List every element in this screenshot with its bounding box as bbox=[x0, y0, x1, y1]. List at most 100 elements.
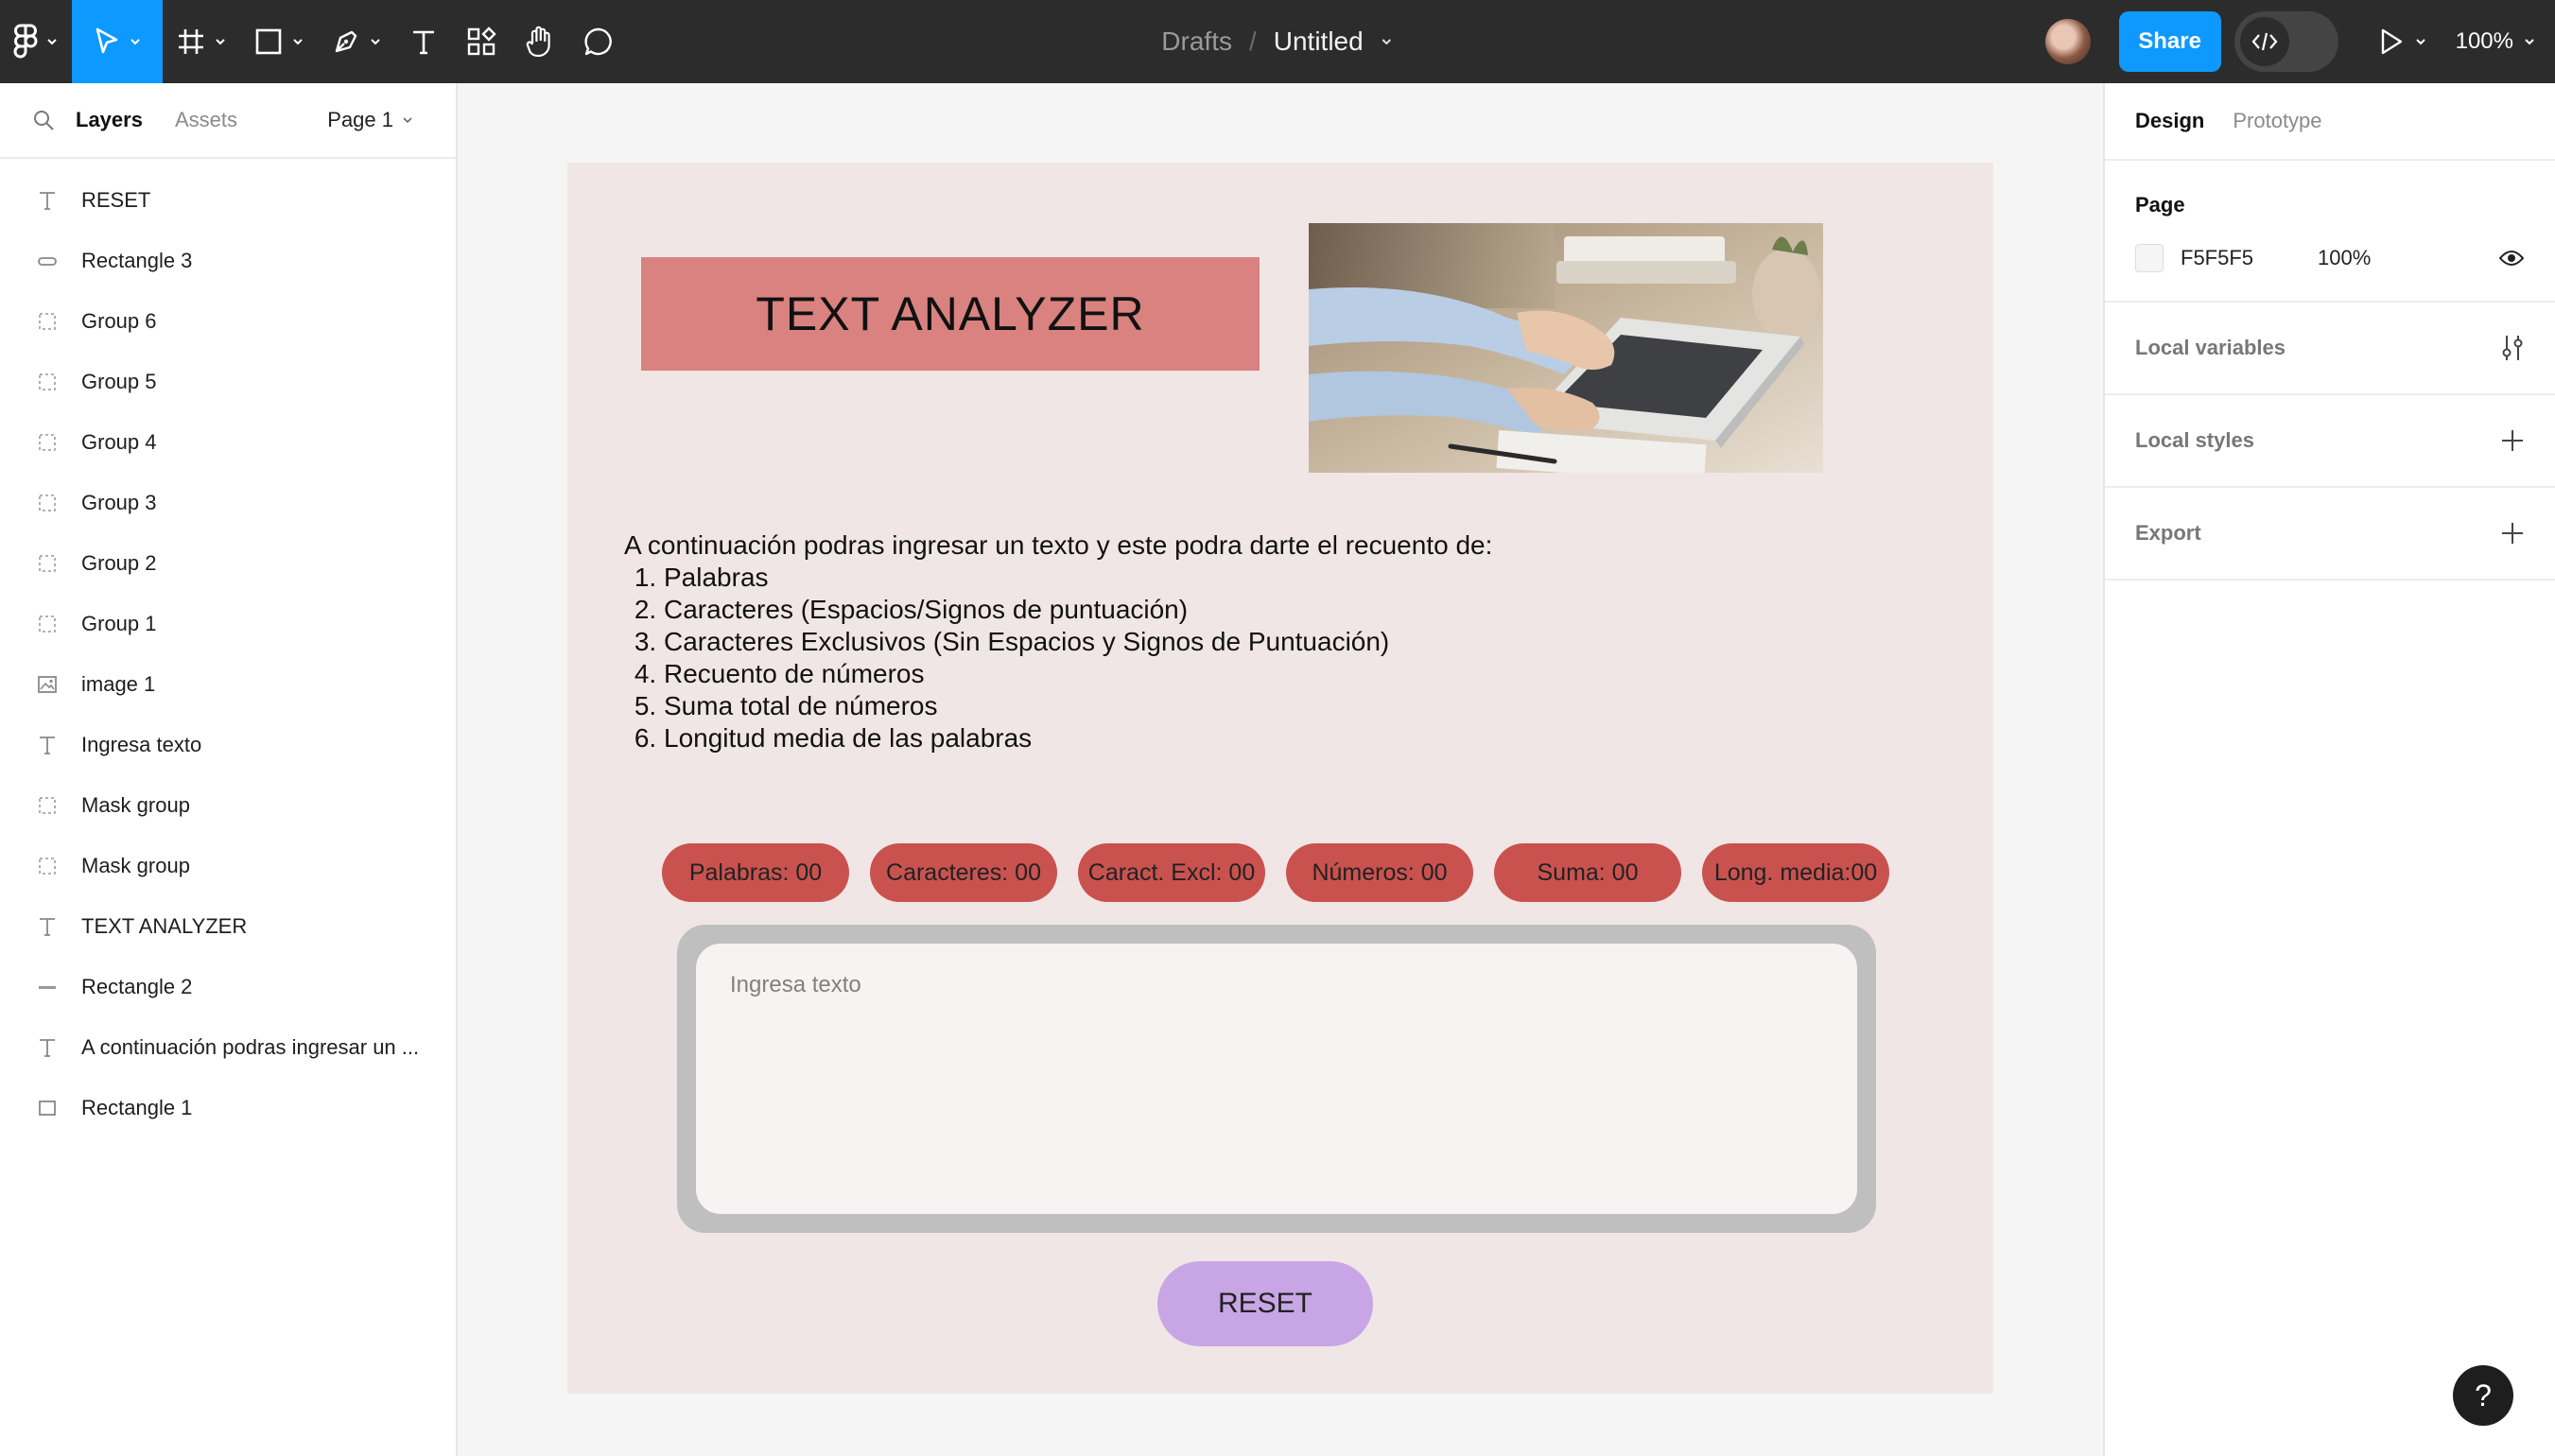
text-icon bbox=[34, 187, 61, 214]
page-color-swatch[interactable] bbox=[2135, 244, 2164, 272]
group-icon bbox=[34, 429, 61, 456]
frame-tool-button[interactable] bbox=[163, 0, 240, 83]
file-title: Drafts / Untitled bbox=[1161, 0, 1393, 83]
stat-pill: Caracteres: 00 bbox=[870, 843, 1057, 902]
design-panel-tabs: Design Prototype bbox=[2105, 83, 2555, 161]
present-button[interactable] bbox=[2378, 27, 2427, 56]
stat-pill: Long. media:00 bbox=[1702, 843, 1889, 902]
text-tool-button[interactable] bbox=[395, 0, 452, 83]
avatar[interactable] bbox=[2044, 19, 2091, 64]
page-color-hex[interactable]: F5F5F5 bbox=[2181, 246, 2253, 270]
zoom-menu[interactable]: 100% bbox=[2456, 28, 2536, 55]
layer-label: Rectangle 3 bbox=[81, 249, 193, 272]
tab-layers[interactable]: Layers bbox=[76, 108, 143, 132]
layer-label: Rectangle 1 bbox=[81, 1096, 193, 1119]
design-panel: Design Prototype Page F5F5F5 100% Local … bbox=[2103, 83, 2555, 1456]
laptop-photo[interactable] bbox=[1309, 223, 1823, 473]
plus-icon bbox=[2502, 523, 2523, 544]
layer-label: A continuación podras ingresar un ... bbox=[81, 1035, 420, 1059]
text-input-container bbox=[677, 925, 1876, 1233]
page-section: Page F5F5F5 100% bbox=[2105, 161, 2555, 303]
local-variables-label: Local variables bbox=[2135, 336, 2286, 359]
feature-list: PalabrasCaracteres (Espacios/Signos de p… bbox=[664, 562, 1492, 754]
chevron-down-icon bbox=[216, 39, 225, 45]
layer-label: Group 3 bbox=[81, 491, 157, 514]
text-icon bbox=[34, 732, 61, 758]
eye-icon[interactable] bbox=[2498, 249, 2525, 268]
tab-prototype[interactable]: Prototype bbox=[2233, 109, 2321, 133]
tab-design[interactable]: Design bbox=[2135, 109, 2204, 133]
page-color-opacity[interactable]: 100% bbox=[2318, 246, 2371, 270]
layers-list: RESET Rectangle 3 Group 6 Group 5 Group 4 Gro… bbox=[0, 159, 456, 1138]
comment-tool-button[interactable] bbox=[569, 0, 628, 83]
group-icon bbox=[34, 792, 61, 819]
layer-label: Group 2 bbox=[81, 551, 157, 575]
layer-item[interactable]: Ingresa texto bbox=[0, 715, 456, 775]
layer-item[interactable]: RESET bbox=[0, 170, 456, 231]
local-variables-button[interactable] bbox=[2500, 334, 2525, 362]
image-icon bbox=[34, 671, 61, 698]
canvas[interactable]: TEXT ANALYZER A continuación podras ingr… bbox=[460, 83, 2101, 1456]
layer-item[interactable]: TEXT ANALYZER bbox=[0, 896, 456, 957]
layer-item[interactable]: Mask group bbox=[0, 836, 456, 896]
move-tool-button[interactable] bbox=[72, 0, 163, 83]
resources-tool-button[interactable] bbox=[452, 0, 511, 83]
layer-item[interactable]: Group 6 bbox=[0, 291, 456, 352]
drafts-breadcrumb[interactable]: Drafts bbox=[1161, 26, 1232, 57]
layer-item[interactable]: Group 5 bbox=[0, 352, 456, 412]
add-export-button[interactable] bbox=[2500, 521, 2525, 546]
reset-button[interactable]: RESET bbox=[1157, 1261, 1373, 1346]
title-box[interactable]: TEXT ANALYZER bbox=[641, 257, 1260, 371]
group-icon bbox=[34, 490, 61, 516]
layer-label: TEXT ANALYZER bbox=[81, 914, 248, 938]
description-intro: A continuación podras ingresar un texto … bbox=[624, 530, 1493, 560]
feature-list-item: Palabras bbox=[664, 562, 1492, 594]
text-input[interactable] bbox=[696, 944, 1857, 1214]
help-button[interactable]: ? bbox=[2453, 1365, 2513, 1426]
frame-icon bbox=[179, 29, 203, 54]
layer-item[interactable]: A continuación podras ingresar un ... bbox=[0, 1017, 456, 1078]
layer-item[interactable]: image 1 bbox=[0, 654, 456, 715]
layer-item[interactable]: Rectangle 1 bbox=[0, 1078, 456, 1138]
add-style-button[interactable] bbox=[2500, 428, 2525, 453]
line-rect-icon bbox=[34, 974, 61, 1000]
comment-icon bbox=[584, 27, 612, 56]
layer-item[interactable]: Rectangle 2 bbox=[0, 957, 456, 1017]
share-button[interactable]: Share bbox=[2118, 11, 2221, 72]
layer-item[interactable]: Group 2 bbox=[0, 533, 456, 594]
group-icon bbox=[34, 853, 61, 879]
dev-mode-knob bbox=[2239, 17, 2289, 66]
pen-tool-button[interactable] bbox=[318, 0, 395, 83]
stat-pill: Caract. Excl: 00 bbox=[1078, 843, 1265, 902]
tab-assets[interactable]: Assets bbox=[175, 108, 237, 132]
plus-icon bbox=[2502, 430, 2523, 451]
app-title: TEXT ANALYZER bbox=[756, 287, 1145, 340]
toolbar-right: Share 100% bbox=[2044, 0, 2555, 83]
toolbar: Drafts / Untitled Share 100% bbox=[0, 0, 2555, 83]
layer-item[interactable]: Group 1 bbox=[0, 594, 456, 654]
shape-tool-button[interactable] bbox=[240, 0, 318, 83]
page-selector[interactable]: Page 1 bbox=[327, 108, 414, 132]
design-frame[interactable]: TEXT ANALYZER A continuación podras ingr… bbox=[567, 163, 1993, 1394]
layer-item[interactable]: Mask group bbox=[0, 775, 456, 836]
chevron-down-icon[interactable] bbox=[1381, 35, 1394, 48]
file-name[interactable]: Untitled bbox=[1274, 26, 1364, 57]
group-icon bbox=[34, 550, 61, 577]
chevron-down-icon bbox=[2415, 39, 2425, 45]
hand-tool-button[interactable] bbox=[511, 0, 569, 83]
feature-list-item: Caracteres Exclusivos (Sin Espacios y Si… bbox=[664, 626, 1492, 658]
layer-item[interactable]: Group 3 bbox=[0, 473, 456, 533]
layer-label: Group 1 bbox=[81, 612, 157, 635]
rect-icon bbox=[34, 1095, 61, 1121]
main-menu-button[interactable] bbox=[0, 0, 72, 83]
stats-row: Palabras: 00 Caracteres: 00 Caract. Excl: … bbox=[662, 843, 1889, 902]
layer-item[interactable]: Rectangle 3 bbox=[0, 231, 456, 291]
local-styles-label: Local styles bbox=[2135, 428, 2254, 452]
layer-item[interactable]: Group 4 bbox=[0, 412, 456, 473]
search-icon[interactable] bbox=[32, 109, 55, 131]
feature-list-item: Suma total de números bbox=[664, 690, 1492, 722]
page-color-row: F5F5F5 100% bbox=[2135, 244, 2525, 272]
zoom-level: 100% bbox=[2455, 28, 2513, 54]
dev-mode-toggle[interactable] bbox=[2233, 11, 2338, 72]
group-icon bbox=[34, 611, 61, 637]
